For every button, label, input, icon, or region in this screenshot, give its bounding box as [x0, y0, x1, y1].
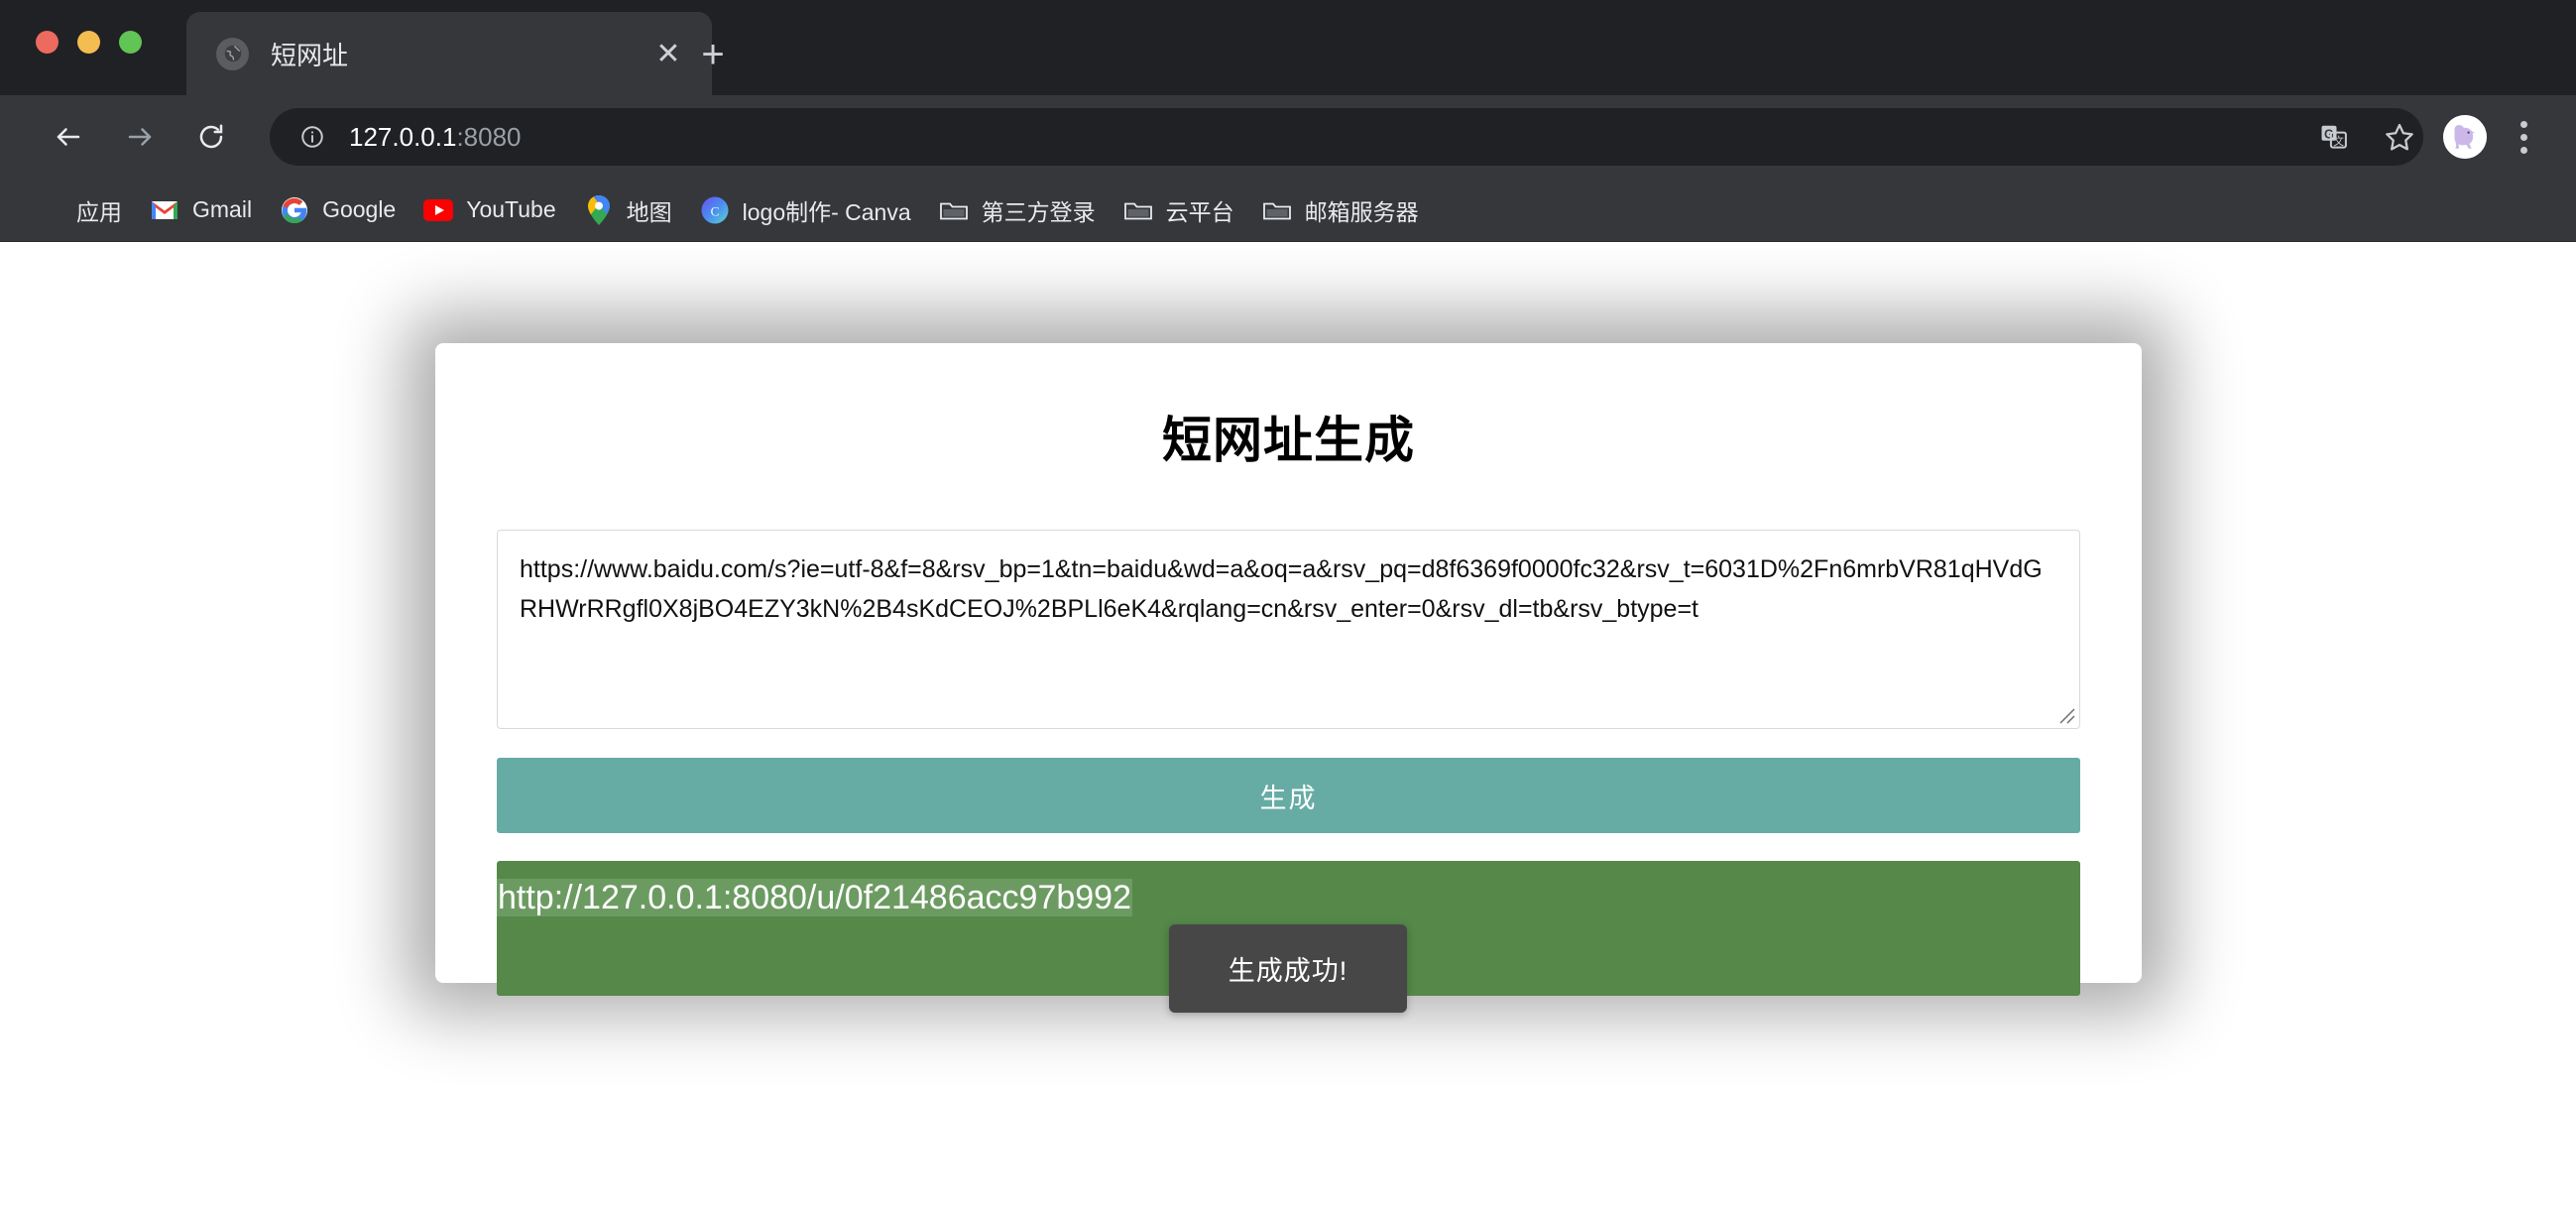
toast-notification: 生成成功!	[1169, 924, 1407, 1013]
bookmark-gmail[interactable]: Gmail	[136, 186, 266, 234]
bookmark-label: 第三方登录	[982, 193, 1096, 227]
close-tab-button[interactable]: ✕	[648, 34, 688, 73]
bookmark-youtube[interactable]: YouTube	[410, 186, 569, 234]
svg-text:C: C	[710, 203, 719, 218]
star-icon[interactable]	[2372, 109, 2427, 165]
close-window-button[interactable]	[36, 31, 59, 54]
youtube-icon	[423, 195, 453, 225]
bookmark-label: Gmail	[192, 196, 252, 223]
address-bar[interactable]: 127.0.0.1:8080	[270, 108, 2423, 166]
omnibox-actions: G 文	[2306, 109, 2427, 165]
canva-icon: C	[700, 195, 730, 225]
maps-pin-icon	[584, 195, 614, 225]
textarea-resize-handle[interactable]	[2056, 705, 2076, 725]
avatar[interactable]	[2443, 115, 2487, 159]
url-host: 127.0.0.1	[349, 122, 456, 152]
bookmark-google[interactable]: Google	[266, 186, 410, 234]
arrow-left-icon[interactable]	[40, 108, 97, 166]
shortener-card: 短网址生成 https://www.baidu.com/s?ie=utf-8&f…	[435, 343, 2142, 983]
arrow-right-icon[interactable]	[111, 108, 169, 166]
bookmark-label: YouTube	[466, 196, 555, 223]
bookmark-folder-mail-server[interactable]: 邮箱服务器	[1248, 186, 1433, 234]
window-controls	[36, 31, 142, 54]
globe-icon	[216, 38, 249, 70]
kebab-menu-icon[interactable]	[2497, 109, 2550, 165]
gmail-icon	[150, 195, 179, 225]
bookmark-label: Google	[322, 196, 396, 223]
translate-icon[interactable]: G 文	[2306, 109, 2362, 165]
folder-icon	[939, 195, 969, 225]
folder-icon	[1262, 195, 1292, 225]
bookmark-maps[interactable]: 地图	[570, 186, 686, 234]
url-port: :8080	[456, 122, 521, 152]
info-circle-icon[interactable]	[295, 120, 329, 154]
tab-title: 短网址	[271, 36, 648, 72]
svg-text:文: 文	[2333, 135, 2344, 148]
long-url-input[interactable]: https://www.baidu.com/s?ie=utf-8&f=8&rsv…	[497, 530, 2080, 729]
bookmark-apps[interactable]: 应用	[20, 186, 136, 234]
bookmark-label: logo制作- Canva	[743, 193, 911, 227]
bookmark-label: 邮箱服务器	[1305, 193, 1419, 227]
bookmark-canva[interactable]: C logo制作- Canva	[686, 186, 925, 234]
bookmark-folder-cloud-platform[interactable]: 云平台	[1110, 186, 1248, 234]
svg-text:G: G	[2324, 127, 2334, 141]
apps-grid-icon	[34, 195, 63, 225]
page-viewport: 短网址生成 https://www.baidu.com/s?ie=utf-8&f…	[0, 242, 2576, 1214]
browser-window: 短网址 ✕ + 127.0.0.1:8	[0, 0, 2576, 1214]
page-title: 短网址生成	[497, 343, 2080, 472]
google-icon	[280, 195, 309, 225]
folder-icon	[1123, 195, 1153, 225]
new-tab-button[interactable]: +	[684, 26, 742, 83]
maximize-window-button[interactable]	[119, 31, 142, 54]
bookmark-folder-third-party-login[interactable]: 第三方登录	[925, 186, 1110, 234]
reload-icon[interactable]	[182, 108, 240, 166]
bookmark-label: 云平台	[1166, 193, 1234, 227]
bookmark-label: 地图	[627, 193, 672, 227]
browser-toolbar: 127.0.0.1:8080 G 文	[0, 95, 2576, 179]
browser-tab[interactable]: 短网址 ✕	[186, 12, 712, 95]
bookmark-label: 应用	[76, 193, 122, 227]
generate-button[interactable]: 生成	[497, 758, 2080, 833]
tab-strip: 短网址 ✕ +	[0, 0, 2576, 95]
bookmarks-bar: 应用 Gmail	[0, 179, 2576, 242]
minimize-window-button[interactable]	[77, 31, 100, 54]
address-bar-url: 127.0.0.1:8080	[349, 122, 522, 153]
short-url-text[interactable]: http://127.0.0.1:8080/u/0f21486acc97b992	[497, 879, 1132, 916]
